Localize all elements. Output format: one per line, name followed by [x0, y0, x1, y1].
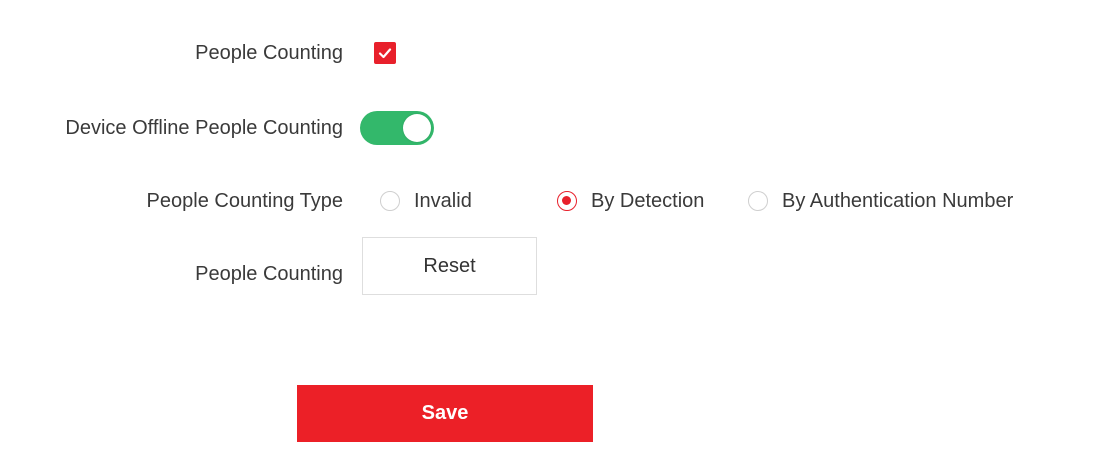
people-counting-checkbox[interactable] — [374, 42, 396, 64]
people-counting-reset-label: People Counting — [195, 263, 343, 285]
people-counting-type-label: People Counting Type — [146, 190, 343, 212]
radio-label-invalid: Invalid — [414, 189, 472, 212]
reset-button[interactable]: Reset — [362, 237, 537, 295]
device-offline-counting-toggle[interactable] — [360, 111, 434, 145]
radio-option-invalid[interactable]: Invalid — [380, 186, 472, 216]
toggle-knob — [403, 114, 431, 142]
radio-label-by-authentication-number: By Authentication Number — [782, 189, 1014, 212]
people-counting-label: People Counting — [195, 42, 343, 64]
radio-option-by-authentication-number[interactable]: By Authentication Number — [748, 186, 1013, 216]
device-offline-counting-label: Device Offline People Counting — [65, 117, 343, 139]
save-button[interactable]: Save — [297, 385, 593, 442]
radio-option-by-detection[interactable]: By Detection — [557, 186, 704, 216]
radio-label-by-detection: By Detection — [591, 189, 705, 212]
radio-button-by-detection[interactable] — [557, 191, 577, 211]
people-counting-settings-page: People Counting Device Offline People Co… — [0, 0, 1105, 462]
radio-button-by-authentication-number[interactable] — [748, 191, 768, 211]
checkmark-icon — [378, 48, 392, 59]
radio-button-invalid[interactable] — [380, 191, 400, 211]
